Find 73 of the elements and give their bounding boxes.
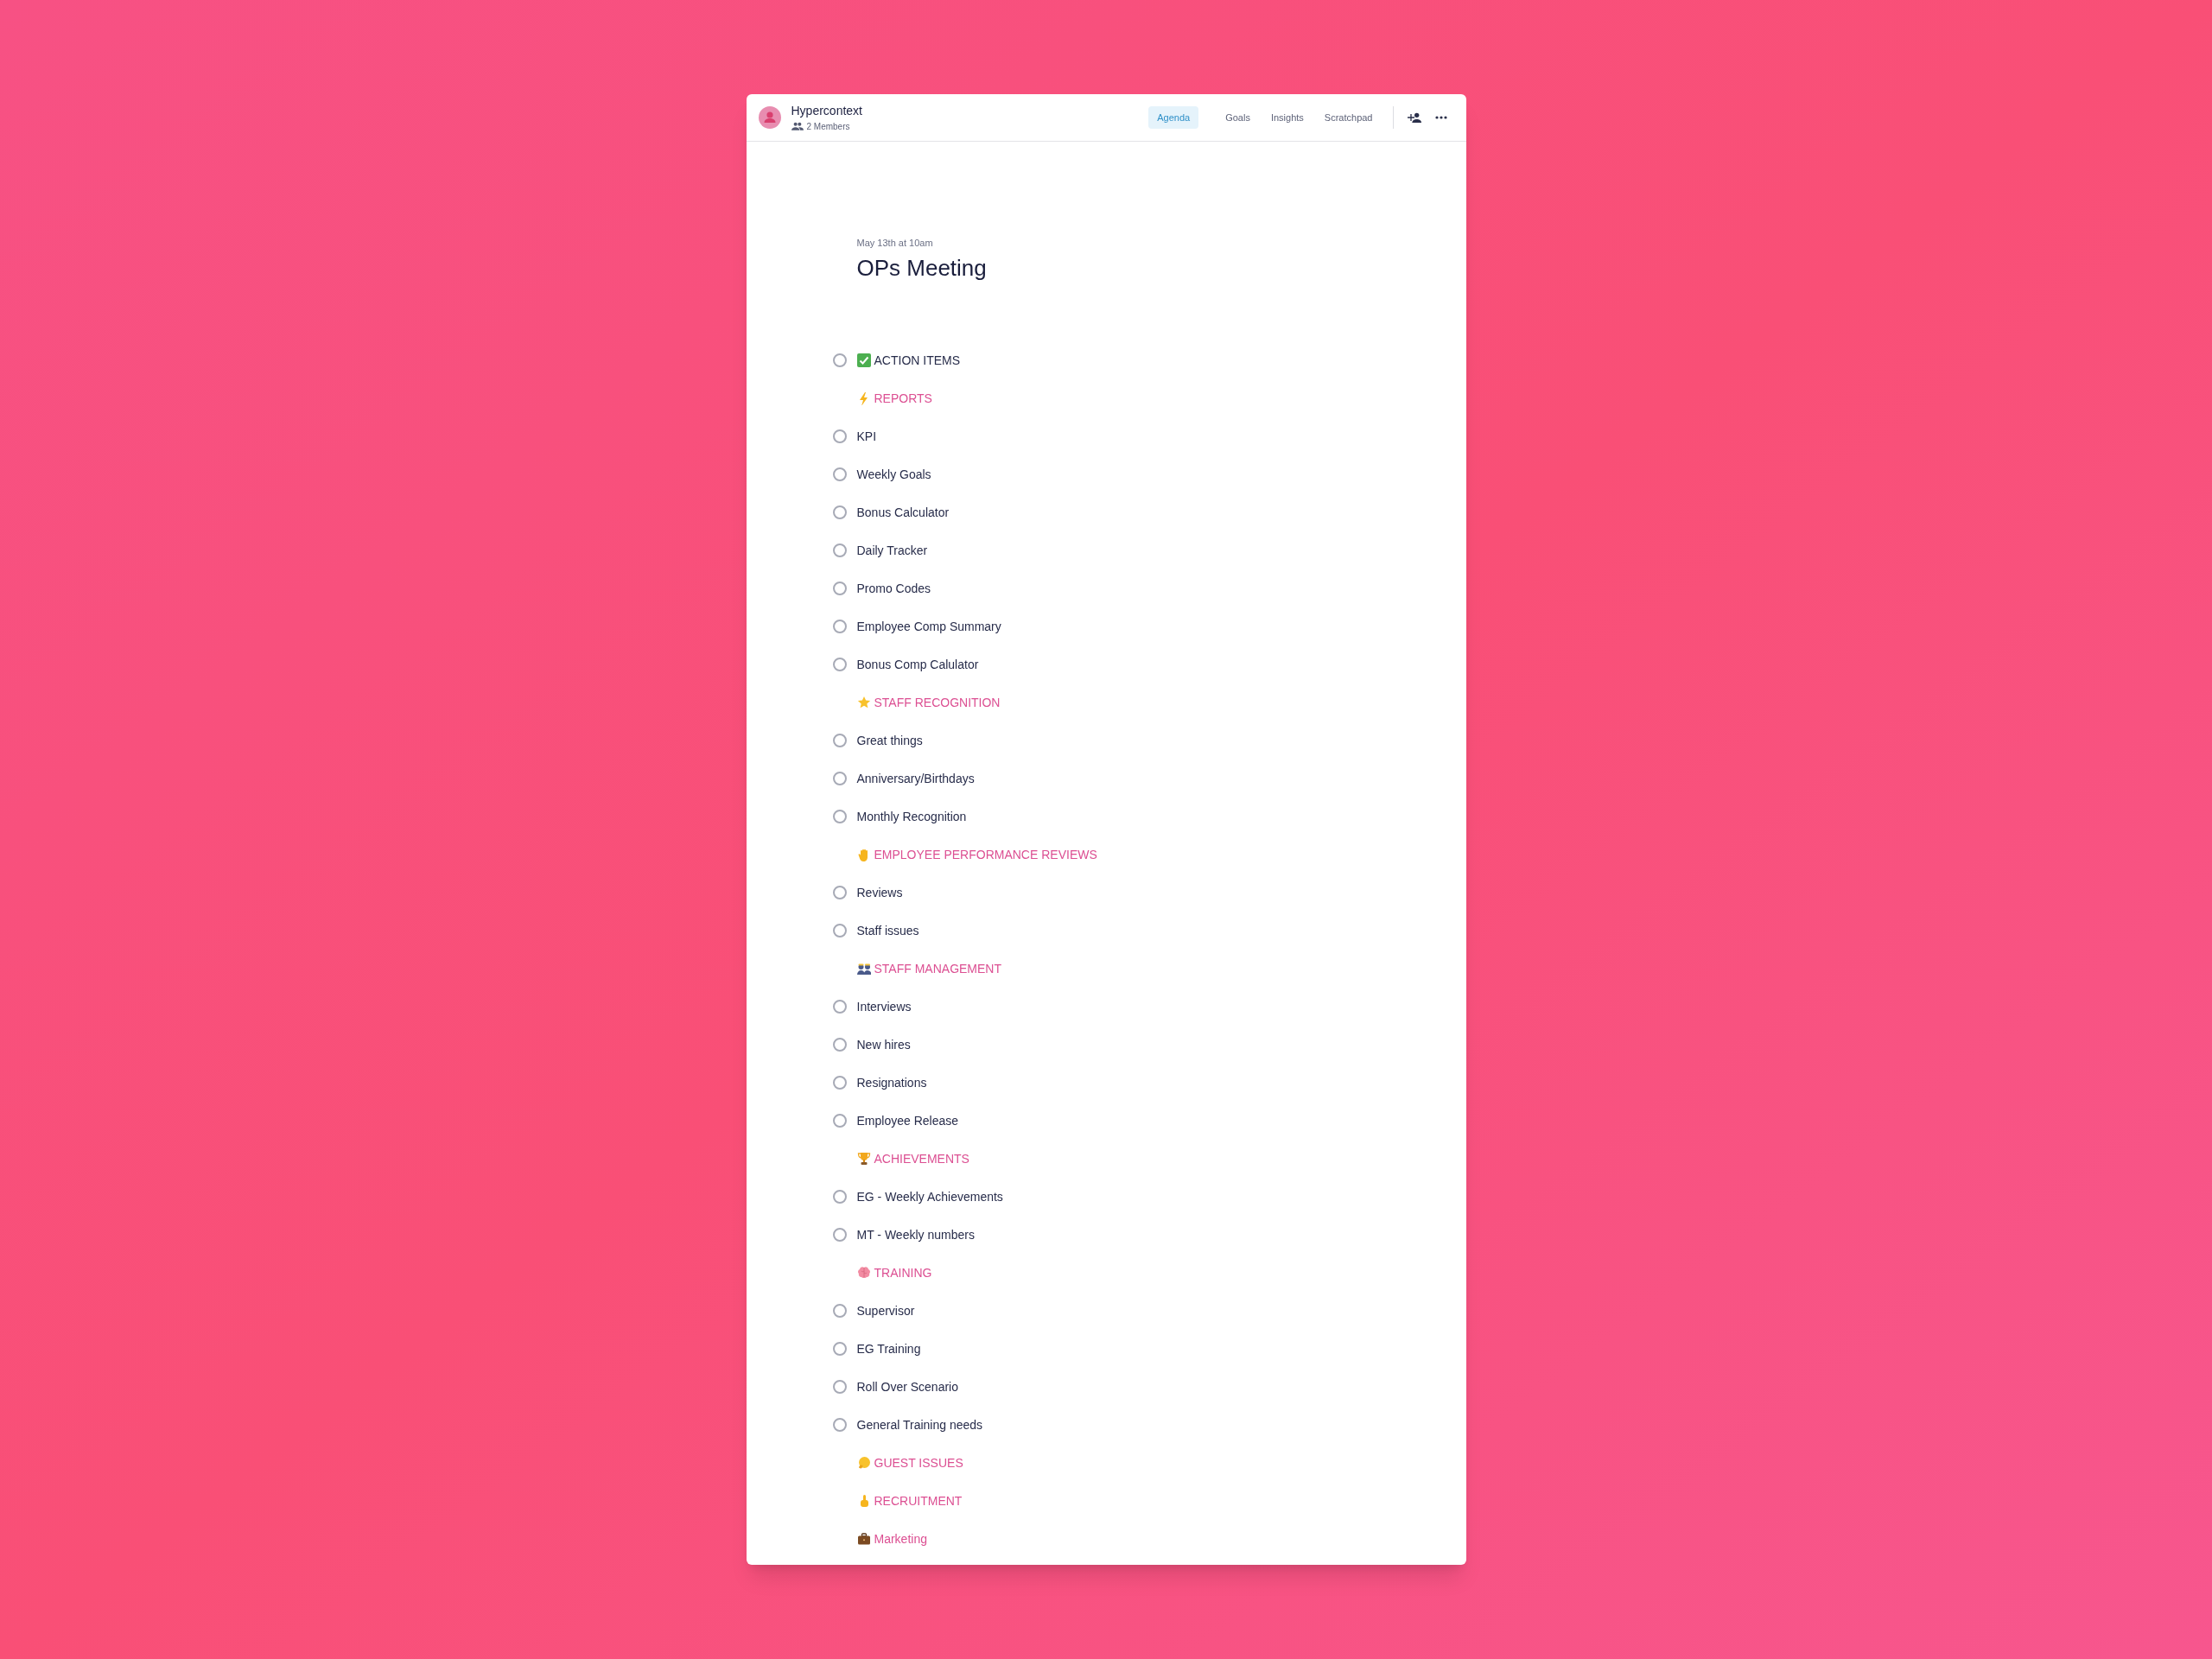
briefcase-icon xyxy=(856,1532,871,1546)
checkbox[interactable] xyxy=(832,1114,847,1128)
agenda-item[interactable]: Employee Release xyxy=(856,1111,958,1130)
checkbox[interactable] xyxy=(832,772,847,785)
more-icon[interactable] xyxy=(1434,116,1447,119)
brain-icon xyxy=(856,1266,871,1280)
checkbox[interactable] xyxy=(832,429,847,443)
checkbox[interactable] xyxy=(832,734,847,747)
checkbox[interactable] xyxy=(832,505,847,519)
section-heading[interactable]: ACHIEVEMENTS xyxy=(874,1149,969,1168)
checkbox[interactable] xyxy=(832,1304,847,1318)
checkbox[interactable] xyxy=(832,886,847,899)
checkbox[interactable] xyxy=(832,1190,847,1204)
checkbox[interactable] xyxy=(832,1076,847,1090)
checkbox[interactable] xyxy=(832,620,847,633)
agenda-item[interactable]: ACTION ITEMS xyxy=(874,351,961,370)
section-heading[interactable]: STAFF RECOGNITION xyxy=(874,693,1001,712)
workers-icon xyxy=(856,962,871,976)
checkbox[interactable] xyxy=(832,924,847,938)
thinking-icon xyxy=(856,1456,871,1470)
agenda-item[interactable]: Roll Over Scenario xyxy=(856,1377,958,1396)
agenda-item[interactable]: EG Training xyxy=(856,1339,921,1358)
checkbox[interactable] xyxy=(832,1380,847,1394)
agenda-item[interactable]: MT - Weekly numbers xyxy=(856,1225,975,1244)
agenda-item[interactable]: Reviews xyxy=(856,883,903,902)
checkbox[interactable] xyxy=(832,1038,847,1052)
agenda-item[interactable]: Bonus Calculator xyxy=(856,503,950,522)
meeting-title: OPs Meeting xyxy=(856,254,988,282)
tab[interactable]: Insights xyxy=(1266,106,1308,129)
section-heading[interactable]: GUEST ISSUES xyxy=(874,1453,963,1472)
trophy-icon xyxy=(856,1152,871,1166)
checkbox[interactable] xyxy=(832,810,847,823)
checkbox[interactable] xyxy=(832,1418,847,1432)
agenda-item[interactable]: Anniversary/Birthdays xyxy=(856,769,975,788)
agenda-item[interactable]: Staff issues xyxy=(856,921,919,940)
agenda-item[interactable]: Resignations xyxy=(856,1073,927,1092)
tab[interactable]: Scratchpad xyxy=(1319,106,1377,129)
agenda-item[interactable]: Bonus Comp Calulator xyxy=(856,655,979,674)
section-heading[interactable]: REPORTS xyxy=(874,389,932,408)
agenda-item[interactable]: Monthly Recognition xyxy=(856,807,967,826)
agenda-item[interactable]: General Training needs xyxy=(856,1415,983,1434)
people-icon xyxy=(791,122,804,130)
star-icon xyxy=(856,696,871,709)
section-heading[interactable]: Marketing xyxy=(874,1529,927,1548)
agenda-item[interactable]: Daily Tracker xyxy=(856,541,928,560)
agenda-item[interactable]: Promo Codes xyxy=(856,579,931,598)
tab[interactable]: Goals xyxy=(1221,106,1255,129)
section-heading[interactable]: TRAINING xyxy=(874,1263,932,1282)
section-heading[interactable]: EMPLOYEE PERFORMANCE REVIEWS xyxy=(874,845,1097,864)
checkbox[interactable] xyxy=(832,1000,847,1014)
checkbox[interactable] xyxy=(832,658,847,671)
agenda-item[interactable]: Great things xyxy=(856,731,923,750)
add-person-icon[interactable] xyxy=(1407,112,1421,123)
avatar-icon[interactable] xyxy=(758,106,781,129)
checkbox[interactable] xyxy=(832,543,847,557)
agenda-item[interactable]: Weekly Goals xyxy=(856,465,931,484)
checkbox-icon xyxy=(856,353,871,367)
checkbox[interactable] xyxy=(832,1228,847,1242)
workspace-title: Hypercontext xyxy=(791,102,862,118)
checkbox[interactable] xyxy=(832,582,847,595)
checkbox[interactable] xyxy=(832,1342,847,1356)
member-count: 2 Members xyxy=(806,120,850,133)
section-heading[interactable]: RECRUITMENT xyxy=(874,1491,963,1510)
agenda-item[interactable]: Interviews xyxy=(856,997,912,1016)
agenda-item[interactable]: Supervisor xyxy=(856,1301,915,1320)
agenda-item[interactable]: KPI xyxy=(856,427,877,446)
checkbox[interactable] xyxy=(832,467,847,481)
agenda-item[interactable]: EG - Weekly Achievements xyxy=(856,1187,1003,1206)
section-heading[interactable]: STAFF MANAGEMENT xyxy=(874,959,1002,978)
agenda-item[interactable]: New hires xyxy=(856,1035,911,1054)
checkbox[interactable] xyxy=(832,353,847,367)
agenda-item[interactable]: Employee Comp Summary xyxy=(856,617,1001,636)
meeting-date: May 13th at 10am xyxy=(856,237,934,249)
